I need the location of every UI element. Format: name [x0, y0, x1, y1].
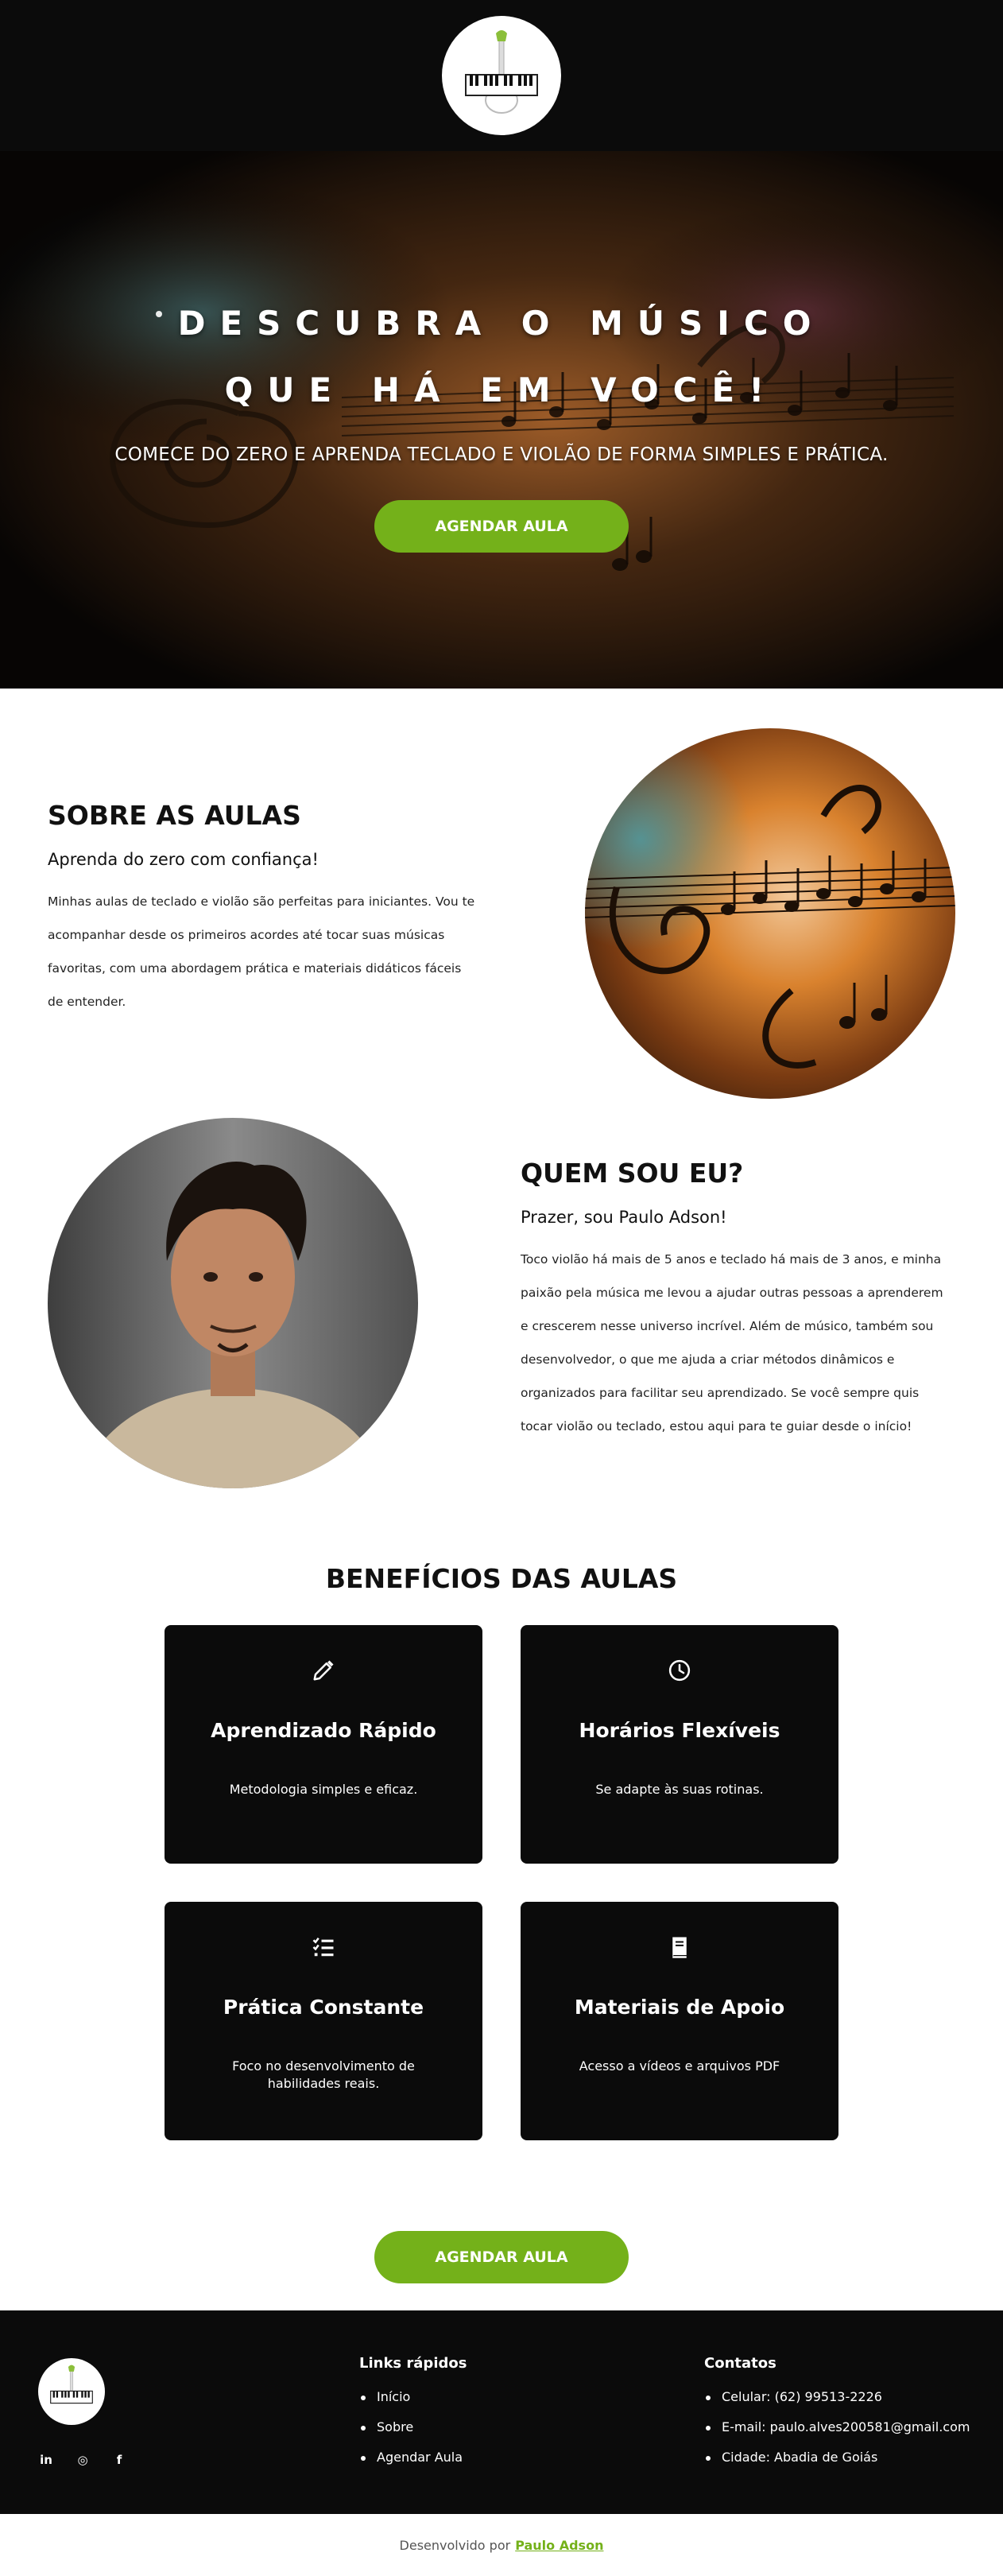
credits-prefix: Desenvolvido por [399, 2537, 511, 2553]
footer-link-sobre[interactable]: Sobre [359, 2419, 467, 2450]
benefit-card-support-materials: Materiais de Apoio Acesso a vídeos e arq… [521, 1902, 838, 2140]
benefit-description: Metodologia simples e eficaz. [229, 1782, 418, 1797]
benefit-title: Aprendizado Rápido [211, 1719, 436, 1742]
about-title: SOBRE AS AULAS [48, 800, 301, 831]
footer-logo[interactable] [38, 2358, 105, 2425]
piano-guitar-logo-icon [50, 2365, 93, 2404]
checklist-icon [312, 1938, 334, 1957]
clock-icon [668, 1659, 691, 1682]
contact-phone: Celular: (62) 99513-2226 [704, 2389, 970, 2419]
who-section: QUEM SOU EU? Prazer, sou Paulo Adson! To… [0, 1118, 1003, 1563]
profile-photo [48, 1118, 418, 1488]
hero-title-line1: DESCUBRA O MÚSICO [177, 304, 826, 343]
quick-links-title: Links rápidos [359, 2355, 467, 2372]
benefit-card-constant-practice: Prática Constante Foco no desenvolviment… [165, 1902, 482, 2140]
benefit-description: Acesso a vídeos e arquivos PDF [579, 2058, 780, 2074]
benefit-card-flexible-hours: Horários Flexíveis Se adapte às suas rot… [521, 1625, 838, 1864]
who-title: QUEM SOU EU? [521, 1158, 744, 1189]
site-header [0, 0, 1003, 151]
benefits-title: BENEFÍCIOS DAS AULAS [325, 1563, 678, 1594]
social-links: in ◎ f [38, 2452, 127, 2468]
hero-title-line2: QUE HÁ EM VOCÊ! [224, 370, 779, 409]
who-subtitle: Prazer, sou Paulo Adson! [521, 1208, 727, 1227]
benefit-card-fast-learning: Aprendizado Rápido Metodologia simples e… [165, 1625, 482, 1864]
about-subtitle: Aprenda do zero com confiança! [48, 850, 319, 869]
benefit-description: Se adapte às suas rotinas. [595, 1782, 764, 1797]
hero: DESCUBRA O MÚSICO QUE HÁ EM VOCÊ! COMECE… [0, 151, 1003, 689]
benefits-section: BENEFÍCIOS DAS AULAS Aprendizado Rápido … [0, 1563, 1003, 2310]
footer-link-agendar-aula[interactable]: Agendar Aula [359, 2450, 467, 2480]
benefit-title: Materiais de Apoio [574, 1996, 785, 2019]
footer-link-inicio[interactable]: Início [359, 2389, 467, 2419]
hero-schedule-button[interactable]: AGENDAR AULA [374, 500, 629, 553]
hero-subtitle: COMECE DO ZERO E APRENDA TECLADO E VIOLÃ… [114, 444, 889, 465]
logo[interactable] [442, 16, 561, 135]
site-footer: in ◎ f Links rápidos Início Sobre Agenda… [0, 2310, 1003, 2514]
credits-author-link[interactable]: Paulo Adson [515, 2538, 603, 2553]
contact-city: Cidade: Abadia de Goiás [704, 2450, 970, 2480]
benefit-title: Prática Constante [223, 1996, 424, 2019]
about-section: SOBRE AS AULAS Aprenda do zero com confi… [0, 689, 1003, 1118]
contacts: Contatos Celular: (62) 99513-2226 E-mail… [704, 2355, 970, 2480]
contacts-title: Contatos [704, 2355, 776, 2372]
pencil-icon [313, 1660, 334, 1681]
benefits-schedule-button[interactable]: AGENDAR AULA [374, 2231, 629, 2283]
benefit-title: Horários Flexíveis [579, 1719, 780, 1742]
music-notes-image [585, 728, 955, 1099]
credits-bar: Desenvolvido por Paulo Adson [0, 2514, 1003, 2576]
who-text: Toco violão há mais de 5 anos e teclado … [521, 1252, 943, 1433]
book-icon [672, 1937, 687, 1958]
quick-links: Links rápidos Início Sobre Agendar Aula [359, 2355, 467, 2480]
benefit-description: Foco no desenvolvimento de habilidades r… [232, 2058, 415, 2091]
piano-guitar-logo-icon [465, 30, 538, 114]
instagram-icon[interactable]: ◎ [75, 2452, 91, 2468]
contact-email: E-mail: paulo.alves200581@gmail.com [704, 2419, 970, 2450]
about-text: Minhas aulas de teclado e violão são per… [48, 894, 475, 1009]
linkedin-icon[interactable]: in [38, 2452, 54, 2468]
facebook-icon[interactable]: f [111, 2452, 127, 2468]
